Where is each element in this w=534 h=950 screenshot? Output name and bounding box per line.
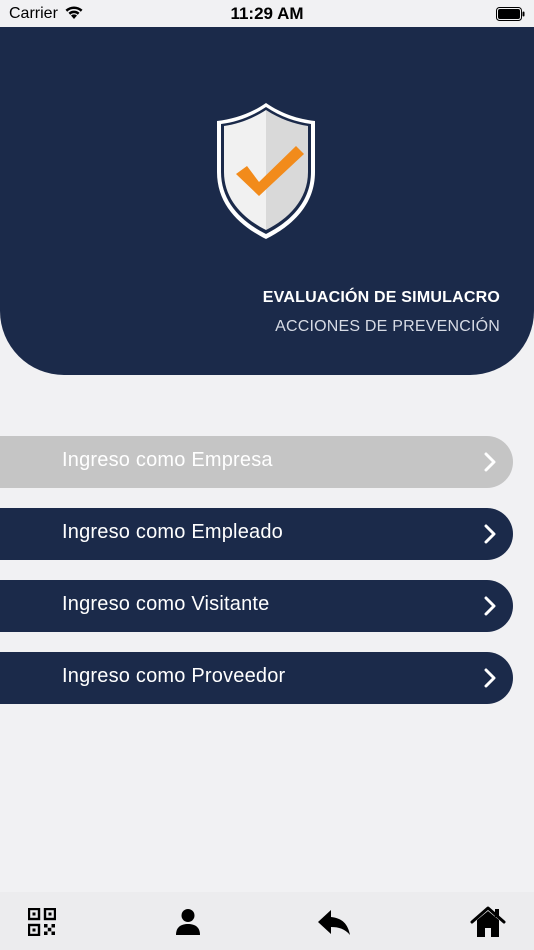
header-title: EVALUACIÓN DE SIMULACRO <box>262 289 500 306</box>
menu-item-label: Ingreso como Empleado <box>62 521 283 543</box>
login-company-button[interactable]: Ingreso como Empresa <box>0 436 513 488</box>
chevron-right-icon <box>483 524 497 549</box>
header-subtitle: ACCIONES DE PREVENCIÓN <box>275 318 500 335</box>
chevron-right-icon <box>483 452 497 477</box>
person-icon[interactable] <box>168 902 208 942</box>
chevron-right-icon <box>483 596 497 621</box>
menu-item-label: Ingreso como Visitante <box>62 593 270 615</box>
status-bar: Carrier 11:29 AM <box>0 0 534 27</box>
home-icon[interactable] <box>468 902 508 942</box>
login-employee-button[interactable]: Ingreso como Empleado <box>0 508 513 560</box>
chevron-right-icon <box>483 668 497 693</box>
qr-code-icon[interactable] <box>22 902 62 942</box>
login-visitor-button[interactable]: Ingreso como Visitante <box>0 580 513 632</box>
menu-item-label: Ingreso como Empresa <box>62 449 273 471</box>
status-time: 11:29 AM <box>230 4 304 23</box>
shield-check-icon <box>214 100 318 247</box>
reply-arrow-icon[interactable] <box>314 902 354 942</box>
header-banner: EVALUACIÓN DE SIMULACRO ACCIONES DE PREV… <box>0 27 534 375</box>
battery-icon <box>496 7 526 26</box>
menu-item-label: Ingreso como Proveedor <box>62 665 286 687</box>
login-supplier-button[interactable]: Ingreso como Proveedor <box>0 652 513 704</box>
bottom-tab-bar <box>0 892 534 950</box>
